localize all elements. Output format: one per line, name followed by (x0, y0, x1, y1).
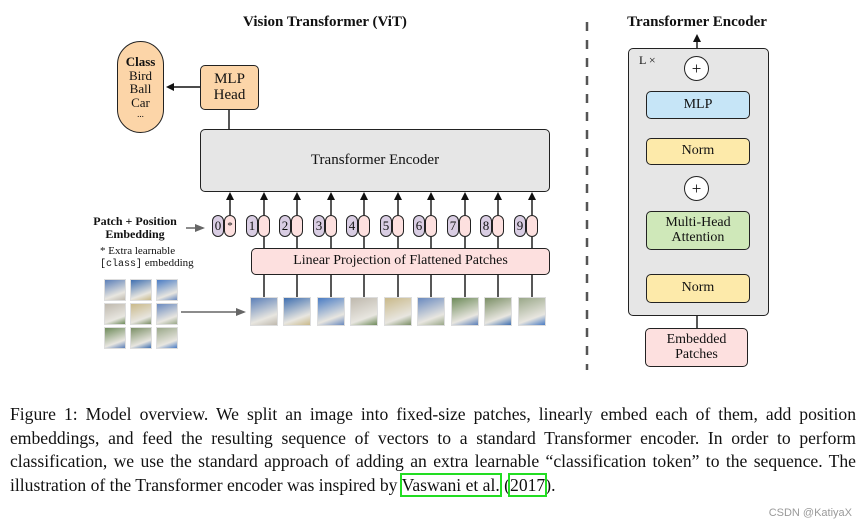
embedded-patches-box: Embedded Patches (645, 328, 748, 367)
mlp-head-box: MLP Head (200, 65, 259, 110)
norm-bottom-box: Norm (646, 274, 750, 303)
embedded-label-line2: Patches (675, 346, 718, 362)
image-grid-patch (156, 327, 178, 349)
patch-embedding-token (425, 215, 437, 237)
image-patch (350, 297, 378, 326)
image-patch (317, 297, 345, 326)
patch-embedding-token (492, 215, 504, 237)
add-circle-top: + (684, 56, 709, 81)
patch-embedding-token (392, 215, 404, 237)
image-grid-patch (130, 303, 152, 325)
note-line1: * Extra learnable (100, 245, 176, 257)
embedded-label-line1: Embedded (666, 331, 727, 347)
extra-learnable-note: * Extra learnable [class] embedding (100, 245, 194, 271)
class-item: Car (131, 94, 150, 110)
linear-projection-box: Linear Projection of Flattened Patches (251, 248, 550, 275)
position-embedding-token: 4 (346, 215, 358, 237)
image-grid-patch (104, 279, 126, 301)
embedding-label: Patch + Position Embedding (84, 215, 186, 241)
class-output-box: Class Bird Ball Car ... (117, 41, 164, 133)
position-embedding-token: 9 (514, 215, 526, 237)
position-embedding-token: 7 (447, 215, 459, 237)
class-code: [class] (100, 259, 143, 270)
mlp-head-label-line1: MLP (214, 70, 245, 87)
repeat-label: L × (639, 53, 656, 67)
class-token-embedding: * (224, 215, 236, 237)
image-patch (250, 297, 278, 326)
vit-title: Vision Transformer (ViT) (243, 14, 407, 30)
image-grid-patch (130, 327, 152, 349)
mlp-head-label-line2: Head (213, 86, 246, 103)
patch-embedding-token (258, 215, 270, 237)
figure-caption: Figure 1: Model overview. We split an im… (10, 403, 856, 497)
patch-embedding-token (358, 215, 370, 237)
patch-embedding-token (325, 215, 337, 237)
position-embedding-token: 3 (313, 215, 325, 237)
patch-embedding-token (291, 215, 303, 237)
position-embedding-token: 6 (413, 215, 425, 237)
class-item: ... (137, 108, 144, 119)
image-grid-patch (130, 279, 152, 301)
mlp-box: MLP (646, 91, 750, 119)
citation-year-link[interactable]: 2017 (508, 472, 548, 497)
patch-embedding-token (526, 215, 538, 237)
norm-top-label: Norm (681, 143, 715, 159)
image-patch (283, 297, 311, 326)
position-embedding-token: 2 (279, 215, 291, 237)
add-circle-bottom: + (684, 176, 709, 201)
image-grid-patch (156, 279, 178, 301)
mha-label-line1: Multi-Head (665, 214, 731, 230)
class-item: Bird (128, 67, 153, 83)
note-line2: [class] embedding (100, 257, 194, 271)
image-grid-patch (104, 327, 126, 349)
position-embedding-token: 5 (380, 215, 392, 237)
multi-head-attention-box: Multi-Head Attention (646, 211, 750, 250)
watermark: CSDN @KatiyaX (768, 507, 852, 519)
image-grid-patch (104, 303, 126, 325)
mha-label-line2: Attention (671, 229, 725, 245)
image-patch (384, 297, 412, 326)
plus-icon: + (691, 178, 702, 198)
note-rest: embedding (142, 257, 194, 269)
position-embedding-token: 8 (480, 215, 492, 237)
vit-encoder-label: Transformer Encoder (310, 151, 440, 168)
class-title: Class (125, 54, 156, 69)
class-item: Ball (129, 81, 152, 97)
vit-transformer-encoder-box: Transformer Encoder (200, 129, 550, 192)
image-grid-patch (156, 303, 178, 325)
citation-author-link[interactable]: Vaswani et al. (399, 472, 502, 497)
position-embedding-token: 1 (246, 215, 258, 237)
image-patch (518, 297, 546, 326)
position-embedding-token: 0 (212, 215, 224, 237)
cite-open: ( (499, 474, 511, 495)
patch-embedding-token (459, 215, 471, 237)
cite-close: ). (545, 474, 556, 495)
norm-top-box: Norm (646, 138, 750, 165)
norm-bottom-label: Norm (681, 280, 715, 296)
plus-icon: + (691, 58, 702, 78)
encoder-detail-title: Transformer Encoder (627, 14, 767, 30)
image-patch (484, 297, 512, 326)
mlp-label: MLP (683, 96, 713, 112)
linear-projection-label: Linear Projection of Flattened Patches (293, 253, 508, 269)
image-patch (451, 297, 479, 326)
embedding-label-line2: Embedding (105, 227, 165, 241)
image-patch (417, 297, 445, 326)
